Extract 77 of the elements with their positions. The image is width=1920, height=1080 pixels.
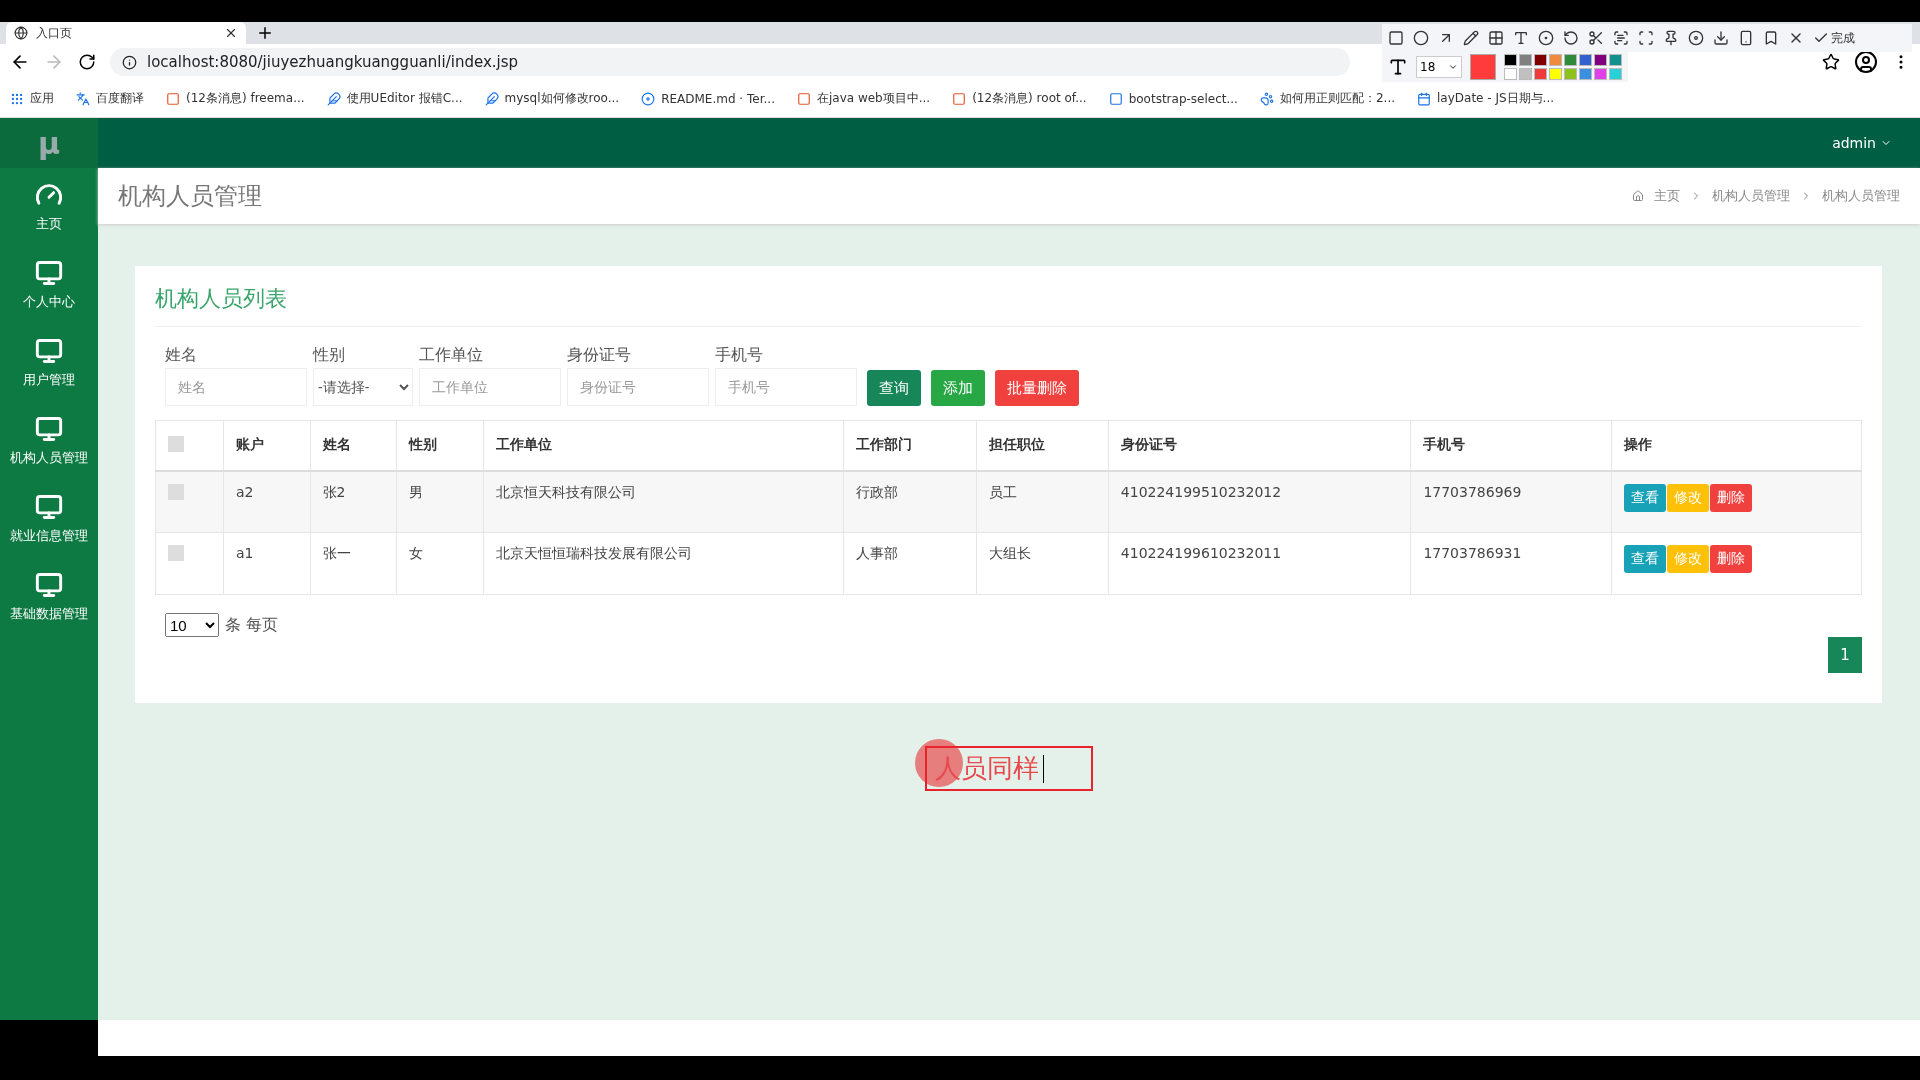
url-text: localhost:8080/jiuyezhuangkuangguanli/index.jsp [147,53,519,71]
filter-input[interactable]: 姓名 [165,368,307,406]
breadcrumb-link[interactable]: 机构人员管理 [1822,187,1900,205]
table-cell: 男 [396,470,484,533]
card-title: 机构人员列表 [155,284,1862,327]
browser-tab[interactable]: 入口页 [6,22,246,44]
toolbar-button[interactable]: 查询 [867,370,921,406]
bookmark-link[interactable]: mysql如何修改roo... [484,90,620,107]
filter-label: 工作单位 [419,345,484,366]
table-cell: 17703786969 [1410,470,1612,533]
toolbar-button[interactable]: 批量删除 [995,370,1079,406]
breadcrumb-link[interactable]: 机构人员管理 [1712,187,1790,205]
page-button[interactable]: 1 [1828,637,1862,673]
table-cell: 410224199510232012 [1108,470,1411,533]
table-cell: 张一 [310,532,397,595]
bookmark-link[interactable]: 百度翻译 [76,90,144,107]
page-size-select[interactable]: 10 [165,613,219,637]
table-cell: 员工 [976,470,1109,533]
gender-select[interactable]: -请选择- [313,368,413,406]
font-size-select[interactable]: 18 [1416,56,1462,78]
address-bar[interactable]: localhost:8080/jiuyezhuangkuangguanli/index.jsp [110,48,1350,76]
column-header: 工作单位 [483,420,844,471]
filter-input[interactable]: 手机号 [715,368,857,406]
row-action-button[interactable]: 删除 [1710,483,1753,512]
bookmark-link[interactable]: bootstrap-select... [1108,91,1238,106]
bookmark-link[interactable]: (12条消息) root of... [952,90,1087,107]
row-action-button[interactable]: 查看 [1624,483,1667,512]
annotation-text: 人员同样 [935,752,1039,785]
filter-label: 姓名 [165,345,198,366]
sidebar-item[interactable]: 个人中心 [0,246,98,324]
bookmark-link[interactable]: 应用 [10,90,54,107]
filter-input[interactable]: 身份证号 [567,368,709,406]
page-size-label: 条 每页 [225,614,279,636]
row-action-button[interactable]: 删除 [1710,545,1753,573]
user-menu[interactable]: admin [1832,135,1892,151]
column-header: 姓名 [310,420,397,471]
annotation-text-box[interactable]: 人员同样 [925,746,1093,791]
table-cell: 17703786931 [1410,532,1612,595]
filter-label: 手机号 [715,345,764,366]
filter-input[interactable]: 工作单位 [419,368,561,406]
column-header: 身份证号 [1108,420,1411,471]
column-header: 手机号 [1410,420,1612,471]
bookmark-link[interactable]: README.md · Ter... [641,91,775,106]
filter-label: 性别 [313,345,346,366]
table-cell: 北京恒天科技有限公司 [483,470,844,533]
table-cell: 410224199610232011 [1108,532,1411,595]
bookmark-link[interactable]: (12条消息) freema... [166,90,305,107]
bookmark-link[interactable]: layDate - JS日期与... [1417,90,1555,107]
page-title: 机构人员管理 [118,181,263,212]
breadcrumb-link[interactable]: 主页 [1654,187,1680,205]
tab-title: 入口页 [36,24,73,42]
column-header: 操作 [1611,420,1862,471]
column-header: 性别 [396,420,484,471]
table-cell: 北京天恒恒瑞科技发展有限公司 [483,532,844,595]
sidebar-item[interactable]: 主页 [0,168,98,246]
sidebar-item[interactable]: 基础数据管理 [0,558,98,636]
table-cell: 女 [396,532,484,595]
bookmark-link[interactable]: 如何用正则匹配：2... [1259,90,1395,107]
done-button[interactable]: 完成 [1813,29,1855,47]
table-cell: 张2 [310,470,397,533]
row-action-button[interactable]: 查看 [1624,545,1667,573]
logo: μ [0,118,98,168]
table-cell: a2 [223,470,310,533]
table-cell: 大组长 [976,532,1109,595]
sidebar-item[interactable]: 就业信息管理 [0,480,98,558]
bookmark-link[interactable]: 在java web项目中... [796,90,931,107]
table-cell: 行政部 [843,470,977,533]
filter-label: 身份证号 [567,345,632,366]
column-header: 账户 [223,420,310,471]
sidebar-item[interactable]: 机构人员管理 [0,402,98,480]
bookmark-link[interactable]: 使用UEditor 报错C... [326,90,463,107]
column-header: 担任职位 [976,420,1109,471]
column-header: 工作部门 [843,420,977,471]
table-cell: 人事部 [843,532,977,595]
toolbar-button[interactable]: 添加 [931,370,985,406]
table-cell: a1 [223,532,310,595]
sidebar-item[interactable]: 用户管理 [0,324,98,402]
